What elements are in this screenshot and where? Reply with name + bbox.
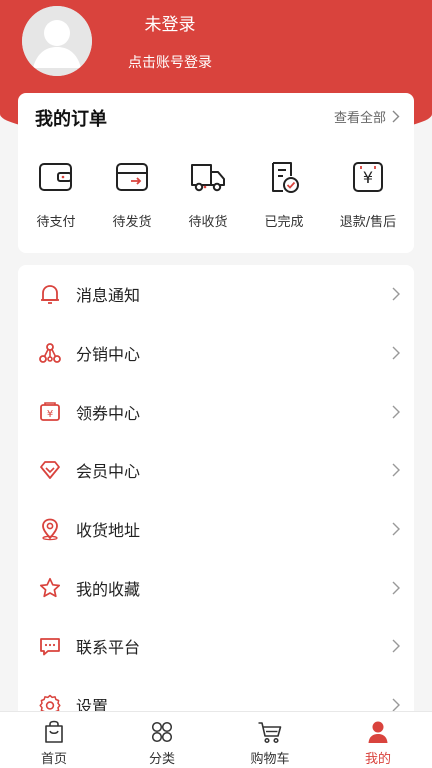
menu-item-distribution[interactable]: 分销中心 (18, 324, 414, 383)
tab-home[interactable]: 首页 (0, 712, 108, 768)
chevron-right-icon (392, 346, 400, 360)
menu-item-address[interactable]: 收货地址 (18, 500, 414, 559)
menu-item-favorites[interactable]: 我的收藏 (18, 558, 414, 617)
home-bag-icon (43, 720, 65, 744)
user-icon (367, 720, 389, 744)
menu-item-label: 会员中心 (76, 462, 141, 482)
menu-item-label: 分销中心 (76, 345, 141, 365)
svg-text:¥: ¥ (47, 409, 53, 420)
tab-label: 购物车 (250, 752, 290, 767)
category-icon (150, 720, 174, 744)
menu-item-notifications[interactable]: 消息通知 (18, 265, 414, 324)
network-icon (37, 340, 63, 366)
default-avatar-icon (22, 6, 92, 76)
order-item-label: 退款/售后 (339, 215, 397, 230)
location-icon (37, 516, 63, 542)
completed-doc-icon (264, 157, 304, 197)
menu-item-label: 消息通知 (76, 286, 141, 306)
tab-label: 我的 (364, 752, 391, 767)
tab-label: 首页 (40, 752, 67, 767)
menu-item-label: 联系平台 (76, 638, 141, 658)
cart-icon (257, 720, 283, 744)
tab-cart[interactable]: 购物车 (216, 712, 324, 768)
menu-item-contact[interactable]: 联系平台 (18, 617, 414, 676)
bell-icon (37, 281, 63, 307)
login-status: 未登录 (144, 15, 196, 35)
svg-text:¥: ¥ (363, 168, 373, 187)
menu-item-label: 领券中心 (76, 403, 141, 423)
chevron-right-icon (392, 405, 400, 419)
truck-icon (188, 157, 228, 197)
order-status-list: 待支付 待发货 待收货 已完成 ¥ 退款/售后 (18, 157, 414, 237)
avatar[interactable] (22, 6, 92, 76)
chevron-right-icon (392, 581, 400, 595)
refund-icon: ¥ (348, 157, 388, 197)
chevron-right-icon (392, 287, 400, 301)
menu-list: 消息通知 分销中心 ¥ 领券中心 会员中心 收货地址 我的收藏 联系平台 设置 (18, 265, 414, 725)
coupon-icon: ¥ (37, 399, 63, 425)
login-link[interactable]: 点击账号登录 (90, 52, 250, 72)
chevron-right-icon (392, 522, 400, 536)
order-item-label: 待支付 (36, 215, 76, 230)
chat-icon (37, 633, 63, 659)
tab-category[interactable]: 分类 (108, 712, 216, 768)
tab-mine[interactable]: 我的 (324, 712, 432, 768)
orders-card: 我的订单 查看全部 待支付 待发货 待收货 已完成 ¥ 退款/售后 (18, 93, 414, 253)
chevron-right-icon (392, 110, 400, 123)
order-pending-shipment[interactable]: 待发货 (94, 157, 170, 237)
order-item-label: 待发货 (112, 215, 152, 230)
view-all-orders-link[interactable]: 查看全部 (334, 107, 400, 126)
order-item-label: 待收货 (188, 215, 228, 230)
order-item-label: 已完成 (264, 215, 304, 230)
tab-label: 分类 (148, 752, 175, 767)
order-pending-payment[interactable]: 待支付 (18, 157, 94, 237)
bottom-tab-bar: 首页 分类 购物车 我的 (0, 711, 432, 768)
menu-item-coupons[interactable]: ¥ 领券中心 (18, 382, 414, 441)
menu-item-membership[interactable]: 会员中心 (18, 441, 414, 500)
box-icon (112, 157, 152, 197)
view-all-label: 查看全部 (333, 111, 386, 126)
order-pending-receipt[interactable]: 待收货 (170, 157, 246, 237)
chevron-right-icon (392, 463, 400, 477)
wallet-icon (36, 157, 76, 197)
star-icon (37, 575, 63, 601)
orders-title: 我的订单 (35, 109, 107, 130)
menu-item-label: 我的收藏 (76, 579, 141, 599)
menu-item-label: 收货地址 (76, 521, 141, 541)
diamond-icon (37, 457, 63, 483)
order-refund-aftersales[interactable]: ¥ 退款/售后 (322, 157, 414, 237)
chevron-right-icon (392, 639, 400, 653)
order-completed[interactable]: 已完成 (246, 157, 322, 237)
